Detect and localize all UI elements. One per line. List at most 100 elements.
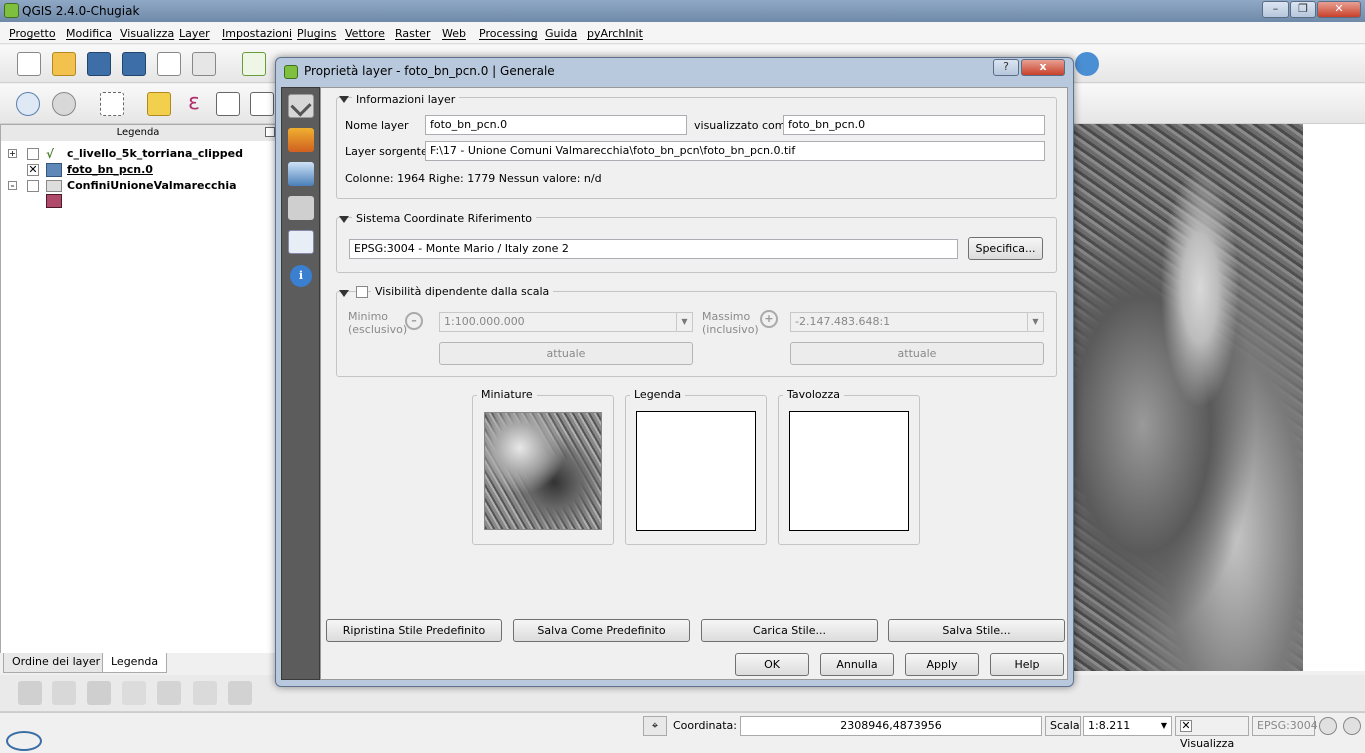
menu-visualizza[interactable]: Visualizza xyxy=(120,27,174,40)
save-style-button[interactable]: Salva Stile... xyxy=(888,619,1065,642)
load-style-button[interactable]: Carica Stile... xyxy=(701,619,878,642)
pyramids-icon[interactable] xyxy=(288,196,314,220)
menu-plugins[interactable]: Plugins xyxy=(297,27,336,40)
new-print-composer-icon[interactable] xyxy=(157,52,181,76)
display-name-field[interactable]: foto_bn_pcn.0 xyxy=(783,115,1045,135)
close-button[interactable]: ✕ xyxy=(1317,1,1361,18)
crs-status-icon[interactable] xyxy=(1319,717,1337,735)
max-scale-value: -2.147.483.648:1 xyxy=(795,315,891,328)
toggle-editing-icon[interactable] xyxy=(18,681,42,705)
select-features-icon[interactable] xyxy=(100,92,124,116)
statusbar: ⌖ Coordinata: 2308946,4873956 Scala 1:8.… xyxy=(0,712,1365,751)
save-project-icon[interactable] xyxy=(87,52,111,76)
metadata-info-icon[interactable]: i xyxy=(288,264,314,288)
zoom-icon[interactable] xyxy=(52,92,76,116)
menu-web[interactable]: Web xyxy=(442,27,466,40)
apply-button[interactable]: Apply xyxy=(905,653,979,676)
identify-icon[interactable] xyxy=(16,92,40,116)
group-title-layer-info: Informazioni layer xyxy=(352,93,460,106)
menu-vettore[interactable]: Vettore xyxy=(345,27,385,40)
scale-visibility-checkbox[interactable] xyxy=(356,286,368,298)
general-tools-icon[interactable] xyxy=(288,94,314,118)
maximize-button[interactable]: ❐ xyxy=(1290,1,1316,18)
move-feature-icon[interactable] xyxy=(157,681,181,705)
map-canvas[interactable] xyxy=(1074,124,1303,671)
restore-default-style-button[interactable]: Ripristina Stile Predefinito xyxy=(326,619,502,642)
max-scale-current-button[interactable]: attuale xyxy=(790,342,1044,365)
layer-name-input[interactable]: foto_bn_pcn.0 xyxy=(425,115,687,135)
scale-combobox[interactable]: 1:8.211 ▼ xyxy=(1083,716,1172,736)
menu-modifica[interactable]: Modifica xyxy=(66,27,112,40)
layer-visibility-checkbox[interactable] xyxy=(27,180,39,192)
raster-layer-icon xyxy=(46,163,62,177)
new-project-icon[interactable] xyxy=(17,52,41,76)
layer-visibility-checkbox[interactable]: ✕ xyxy=(27,164,39,176)
menu-progetto[interactable]: Progetto xyxy=(9,27,56,40)
render-checkbox[interactable]: ✕ xyxy=(1180,720,1192,732)
attribute-table-icon[interactable] xyxy=(216,92,240,116)
edit-pencil-icon[interactable] xyxy=(52,681,76,705)
histogram-icon[interactable] xyxy=(288,230,314,254)
save-as-default-button[interactable]: Salva Come Predefinito xyxy=(513,619,690,642)
delete-selected-icon[interactable] xyxy=(228,681,252,705)
menu-pyarchinit[interactable]: pyArchInit xyxy=(587,27,643,40)
expression-select-icon[interactable]: ε xyxy=(182,92,206,116)
node-tool-icon[interactable] xyxy=(193,681,217,705)
max-scale-sublabel: (inclusivo) xyxy=(702,323,759,336)
scale-label: Scala xyxy=(1045,716,1081,736)
min-scale-current-button[interactable]: attuale xyxy=(439,342,693,365)
legend-preview-area xyxy=(636,411,756,531)
map-background xyxy=(1303,124,1365,671)
dialog-help-button[interactable]: ? xyxy=(993,59,1019,76)
tab-legend[interactable]: Legenda xyxy=(102,653,168,673)
window-title: QGIS 2.4.0-Chugiak xyxy=(22,4,140,18)
composer-manager-icon[interactable] xyxy=(192,52,216,76)
save-as-icon[interactable] xyxy=(122,52,146,76)
messages-icon[interactable] xyxy=(1343,717,1361,735)
crs-status-button[interactable]: EPSG:3004 xyxy=(1252,716,1318,736)
collapse-triangle-icon[interactable] xyxy=(339,216,349,223)
menu-guida[interactable]: Guida xyxy=(545,27,577,40)
style-brush-icon[interactable] xyxy=(288,128,314,152)
ok-button[interactable]: OK xyxy=(735,653,809,676)
minimize-button[interactable]: – xyxy=(1262,1,1289,18)
open-project-icon[interactable] xyxy=(52,52,76,76)
add-feature-icon[interactable] xyxy=(122,681,146,705)
render-toggle[interactable]: ✕ Visualizza xyxy=(1175,716,1249,750)
collapse-triangle-icon[interactable] xyxy=(339,290,349,297)
group-title-crs: Sistema Coordinate Riferimento xyxy=(352,212,537,225)
coordinate-field[interactable]: 2308946,4873956 xyxy=(740,716,1042,736)
add-vector-layer-icon[interactable] xyxy=(242,52,266,76)
layer-name-label: Nome layer xyxy=(345,119,409,132)
crs-field[interactable]: EPSG:3004 - Monte Mario / Italy zone 2 xyxy=(349,239,958,259)
min-scale-combobox[interactable]: 1:100.000.000 ▼ xyxy=(439,312,693,332)
menu-processing[interactable]: Processing xyxy=(479,27,538,40)
status-globe-icon xyxy=(6,731,42,751)
zoom-in-icon: + xyxy=(760,310,778,328)
collapse-triangle-icon[interactable] xyxy=(339,96,349,103)
max-scale-combobox[interactable]: -2.147.483.648:1 ▼ xyxy=(790,312,1044,332)
field-calculator-icon[interactable] xyxy=(250,92,274,116)
menu-layer[interactable]: Layer xyxy=(179,27,210,40)
undock-icon[interactable] xyxy=(265,127,275,137)
menu-impostazioni[interactable]: Impostazioni xyxy=(222,27,292,40)
polygon-symbol-swatch[interactable] xyxy=(46,194,62,208)
save-edits-icon[interactable] xyxy=(87,681,111,705)
help-button[interactable]: Help xyxy=(990,653,1064,676)
cancel-button[interactable]: Annulla xyxy=(820,653,894,676)
deselect-icon[interactable] xyxy=(147,92,171,116)
collapse-icon[interactable]: – xyxy=(8,181,17,190)
source-field[interactable]: F:\17 - Unione Comuni Valmarecchia\foto_… xyxy=(425,141,1045,161)
coordinate-toggle-icon[interactable]: ⌖ xyxy=(643,716,667,736)
refresh-icon[interactable] xyxy=(1075,52,1099,76)
menu-raster[interactable]: Raster xyxy=(395,27,430,40)
dialog-close-button[interactable]: x xyxy=(1021,59,1065,76)
specify-crs-button[interactable]: Specifica... xyxy=(968,237,1043,260)
layer-visibility-checkbox[interactable] xyxy=(27,148,39,160)
transparency-icon[interactable] xyxy=(288,162,314,186)
min-scale-value: 1:100.000.000 xyxy=(444,315,525,328)
thumbnail-title: Miniature xyxy=(477,388,537,401)
expand-icon[interactable]: + xyxy=(8,149,17,158)
layer-properties-dialog: Proprietà layer - foto_bn_pcn.0 | Genera… xyxy=(275,57,1074,687)
tab-layer-order[interactable]: Ordine dei layer xyxy=(3,653,110,673)
